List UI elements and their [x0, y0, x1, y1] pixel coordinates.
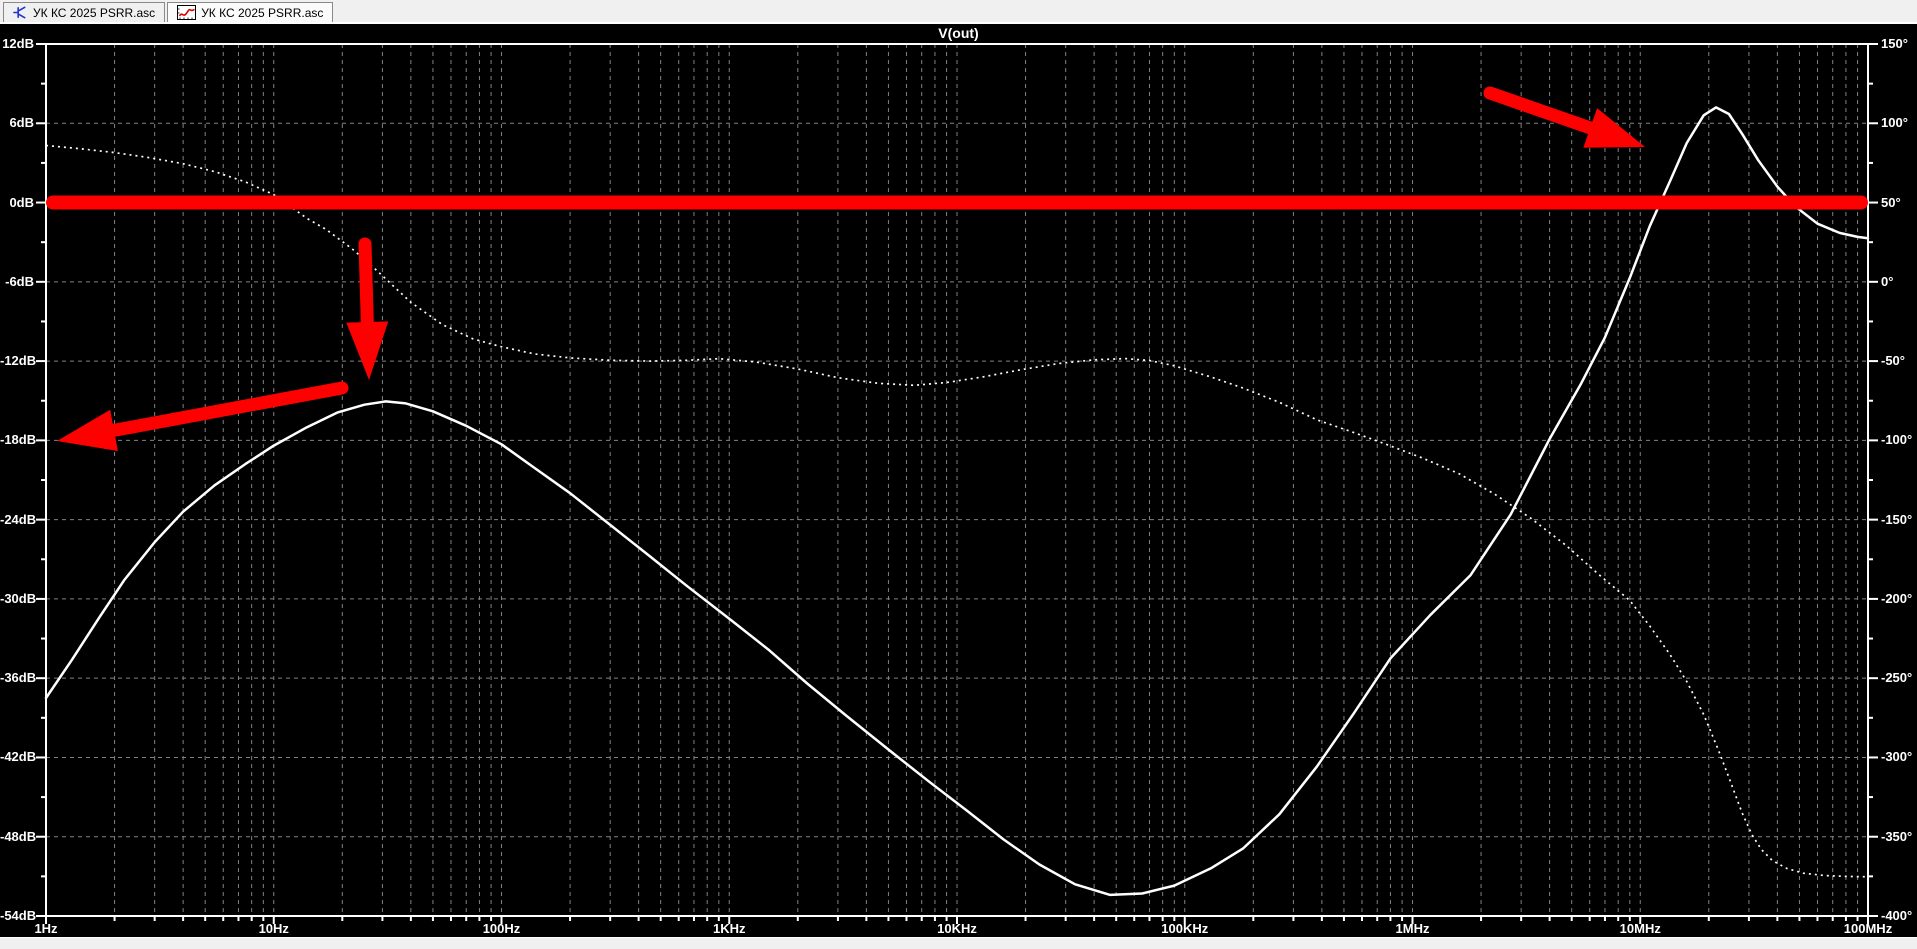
annotation-arrow-shaft: [358, 237, 374, 333]
plot-canvas[interactable]: [0, 0, 1917, 949]
arrow-to-peak: [1583, 108, 1645, 148]
status-bar: [0, 937, 1917, 949]
annotation-arrow-shaft: [1483, 86, 1601, 136]
annotation-arrow-shaft: [103, 381, 349, 438]
arrow-to-minus18db: [57, 409, 118, 452]
